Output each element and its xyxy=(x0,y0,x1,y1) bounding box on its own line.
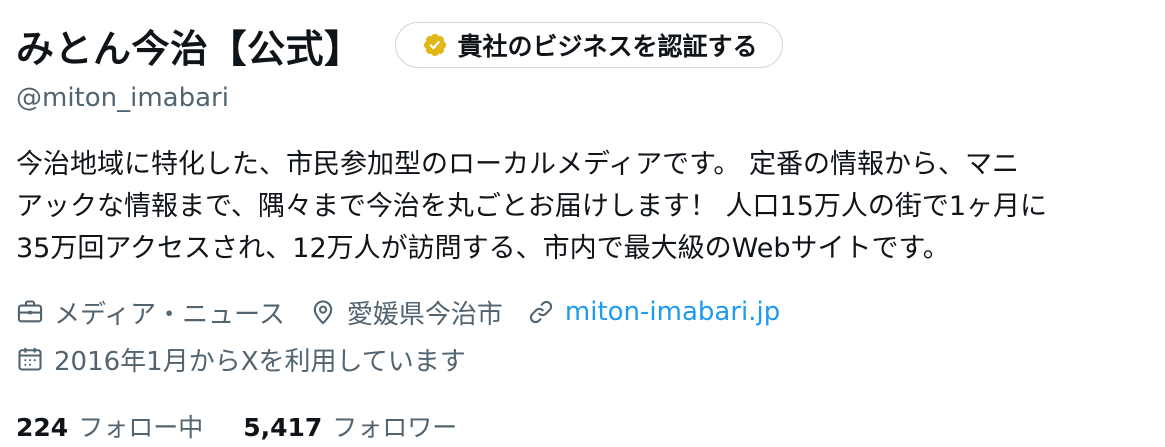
joined-label: 2016年1月からXを利用しています xyxy=(54,346,466,377)
user-handle: @miton_imabari xyxy=(16,83,229,113)
followers-link[interactable]: 5,417 フォロワー xyxy=(243,408,457,444)
joined-item: 2016年1月からXを利用しています xyxy=(16,341,466,378)
joined-row: 2016年1月からXを利用しています xyxy=(16,336,1151,382)
verify-business-button[interactable]: 貴社のビジネスを認証する xyxy=(394,22,783,68)
profile-meta-row: メディア・ニュース 愛媛県今治市 miton-imabari.jp xyxy=(16,288,1151,336)
following-label: フォロー中 xyxy=(78,413,204,442)
briefcase-icon xyxy=(17,300,43,323)
profile-bio: 今治地域に特化した、市民参加型のローカルメディアです。 定番の情報から、マニ ア… xyxy=(16,149,1048,264)
follow-stats: 224 フォロー中 5,417 フォロワー xyxy=(16,408,1151,444)
profile-header: みとん今治【公式】 貴社のビジネスを認証する @miton_imabari 今治… xyxy=(16,14,1151,444)
link-icon xyxy=(529,300,553,324)
followers-label: フォロワー xyxy=(332,413,458,442)
calendar-icon xyxy=(18,347,42,371)
following-link[interactable]: 224 フォロー中 xyxy=(16,408,203,444)
display-name: みとん今治【公式】 xyxy=(16,26,363,71)
verified-badge-icon xyxy=(422,32,448,58)
following-count: 224 xyxy=(16,413,69,442)
website-item[interactable]: miton-imabari.jp xyxy=(527,297,780,327)
followers-count: 5,417 xyxy=(243,413,323,442)
name-row: みとん今治【公式】 貴社のビジネスを認証する xyxy=(16,14,1151,76)
category-item: メディア・ニュース xyxy=(16,294,285,331)
website-link[interactable]: miton-imabari.jp xyxy=(565,297,780,327)
location-item: 愛媛県今治市 xyxy=(309,294,503,331)
category-label: メディア・ニュース xyxy=(54,299,285,330)
location-pin-icon xyxy=(313,300,333,325)
location-label: 愛媛県今治市 xyxy=(346,299,503,330)
verify-button-label: 貴社のビジネスを認証する xyxy=(457,32,758,61)
